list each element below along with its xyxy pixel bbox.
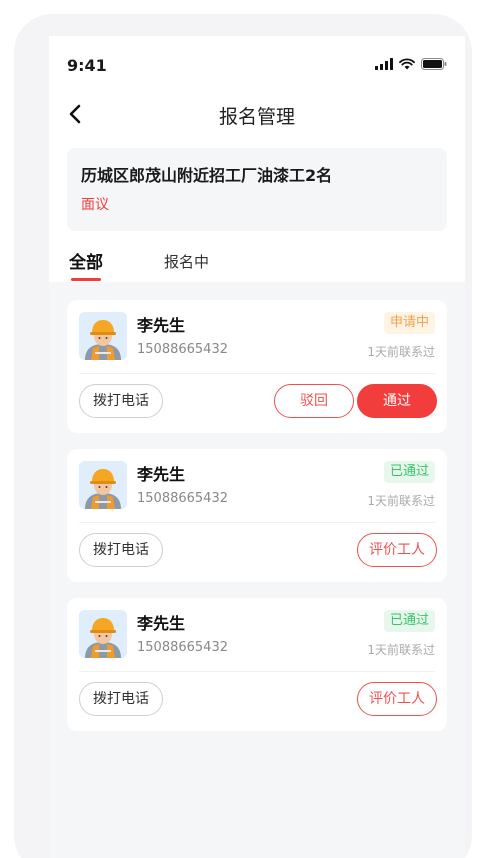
call-button[interactable]: 拨打电话 bbox=[79, 682, 163, 716]
call-button[interactable]: 拨打电话 bbox=[79, 533, 163, 567]
applicant-phone: 15088665432 bbox=[137, 640, 228, 655]
nav-bar: 报名管理 bbox=[49, 94, 465, 134]
rate-worker-button[interactable]: 评价工人 bbox=[357, 533, 437, 567]
job-salary: 面议 bbox=[81, 197, 109, 213]
avatar bbox=[79, 312, 127, 360]
tab-all[interactable]: 全部 bbox=[69, 248, 103, 273]
divider bbox=[79, 373, 435, 374]
status-bar: 9:41 bbox=[49, 36, 465, 90]
applicant-name: 李先生 bbox=[137, 316, 186, 335]
contact-time: 1天前联系过 bbox=[367, 643, 435, 657]
status-badge: 已通过 bbox=[383, 610, 435, 632]
job-title: 历城区郎茂山附近招工厂油漆工2名 bbox=[81, 166, 333, 185]
status-time: 9:41 bbox=[67, 56, 107, 75]
applicant-name: 李先生 bbox=[137, 614, 186, 633]
divider bbox=[79, 671, 435, 672]
worker-avatar-icon bbox=[79, 461, 127, 509]
status-badge: 已通过 bbox=[383, 461, 435, 483]
applicant-name: 李先生 bbox=[137, 465, 186, 484]
applicant-card: 李先生 15088665432 已通过 1天前联系过 拨打电话 评价工人 bbox=[67, 598, 447, 731]
reject-button[interactable]: 驳回 bbox=[274, 384, 354, 418]
device-frame: 9:41 报名管理 历城区郎茂山附近招工厂油漆工2名 面议 全部 报名中 李先生… bbox=[14, 14, 472, 858]
status-badge: 申请中 bbox=[383, 312, 435, 334]
app-screen: 9:41 报名管理 历城区郎茂山附近招工厂油漆工2名 面议 全部 报名中 李先生… bbox=[49, 36, 465, 858]
tab-applying[interactable]: 报名中 bbox=[164, 251, 209, 272]
divider bbox=[79, 522, 435, 523]
wifi-icon bbox=[399, 58, 415, 70]
signal-icon bbox=[375, 58, 393, 70]
call-button[interactable]: 拨打电话 bbox=[79, 384, 163, 418]
battery-icon bbox=[421, 58, 447, 70]
worker-avatar-icon bbox=[79, 610, 127, 658]
rate-worker-button[interactable]: 评价工人 bbox=[357, 682, 437, 716]
contact-time: 1天前联系过 bbox=[367, 345, 435, 359]
contact-time: 1天前联系过 bbox=[367, 494, 435, 508]
page-title: 报名管理 bbox=[218, 106, 295, 128]
job-card[interactable]: 历城区郎茂山附近招工厂油漆工2名 面议 bbox=[67, 148, 447, 231]
avatar bbox=[79, 461, 127, 509]
avatar bbox=[79, 610, 127, 658]
applicant-list: 李先生 15088665432 申请中 1天前联系过 拨打电话 驳回 通过 李先… bbox=[67, 300, 447, 747]
approve-button[interactable]: 通过 bbox=[357, 384, 437, 418]
tab-bar: 全部 报名中 bbox=[49, 246, 465, 282]
applicant-phone: 15088665432 bbox=[137, 342, 228, 357]
worker-avatar-icon bbox=[79, 312, 127, 360]
applicant-card: 李先生 15088665432 已通过 1天前联系过 拨打电话 评价工人 bbox=[67, 449, 447, 582]
applicant-phone: 15088665432 bbox=[137, 491, 228, 506]
status-icons bbox=[375, 58, 447, 70]
applicant-card: 李先生 15088665432 申请中 1天前联系过 拨打电话 驳回 通过 bbox=[67, 300, 447, 433]
tab-active-indicator bbox=[71, 278, 101, 281]
